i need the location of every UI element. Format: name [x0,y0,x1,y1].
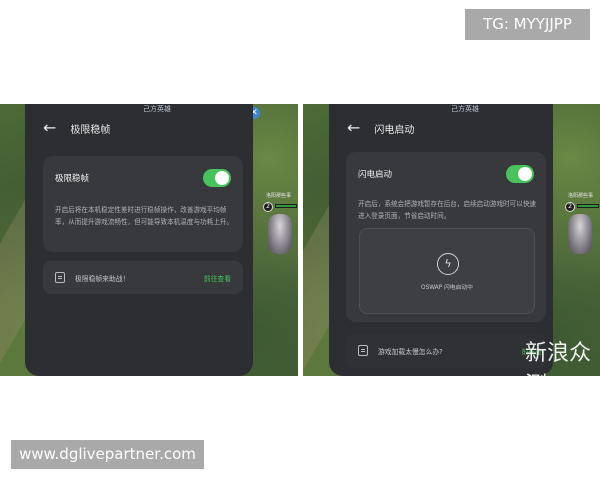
settings-panel: 己方英雄 ← 极限稳帧 极限稳帧 开启后将在本机稳定性差时进行稳帧操作，改善游戏… [25,104,253,376]
toggle-knob [518,167,532,181]
setting-card: 极限稳帧 开启后将在本机稳定性差时进行稳帧操作，改善游戏平均帧率，从而提升游戏流… [43,156,243,252]
back-arrow-icon[interactable]: ← [347,120,360,136]
tip-row[interactable]: 极限稳帧来助战！ 前往查看 [43,261,243,294]
hero-health-bar [577,204,599,208]
hero-figure [268,214,292,254]
hero-level-badge: 2 [565,202,575,212]
hero-health-bar [275,204,297,208]
back-arrow-icon[interactable]: ← [43,120,56,136]
website-badge: www.dglivepartner.com [11,440,204,469]
screenshot-stable-frame: 2 洛阳那些事 ✕ 己方英雄 ← 极限稳帧 极限稳帧 开启后将在本机稳定性差时进… [0,104,298,376]
tip-text: 极限稳帧来助战！ [75,275,130,283]
flash-icon: ϟ [437,253,459,275]
team-label: 己方英雄 [451,105,479,113]
sina-watermark: 新浪众测 [525,341,592,398]
tip-text: 游戏加载太慢怎么办? [378,348,443,356]
stable-frame-toggle[interactable] [203,169,231,187]
hero-level-badge: 2 [263,202,273,212]
setting-description: 开启后，系统会把游戏暂存在后台，启续启动游戏时可以快速进入登录页面，节省启动时间… [358,200,537,221]
team-label: 己方英雄 [143,105,171,113]
document-icon [55,272,65,283]
panel-header: ← 极限稳帧 [43,120,110,136]
launch-preview: ϟ OSWAP 闪电启动中 [359,228,535,314]
toggle-knob [215,171,229,185]
preview-caption: OSWAP 闪电启动中 [421,285,473,291]
hero-figure [568,214,592,254]
panel-header: ← 闪电启动 [347,120,414,136]
flash-launch-toggle[interactable] [506,165,534,183]
document-icon [358,345,368,356]
setting-label: 闪电启动 [358,170,393,180]
panel-title: 闪电启动 [374,124,415,136]
tip-row[interactable]: 游戏加载太慢怎么办? 前往查 [346,334,546,368]
settings-panel: 己方英雄 ← 闪电启动 闪电启动 开启后，系统会把游戏暂存在后台，启续启动游戏时… [329,104,553,376]
setting-description: 开启后将在本机稳定性差时进行稳帧操作，改善游戏平均帧率，从而提升游戏流畅性，但可… [55,206,234,227]
panel-title: 极限稳帧 [70,124,111,136]
setting-label: 极限稳帧 [55,174,90,184]
telegram-badge: TG: MYYJJPP [465,9,590,40]
tip-link[interactable]: 前往查看 [204,273,231,283]
setting-card: 闪电启动 开启后，系统会把游戏暂存在后台，启续启动游戏时可以快速进入登录页面，节… [346,152,546,322]
hero-name: 洛阳那些事 [568,193,594,199]
hero-name: 洛阳那些事 [266,193,292,199]
